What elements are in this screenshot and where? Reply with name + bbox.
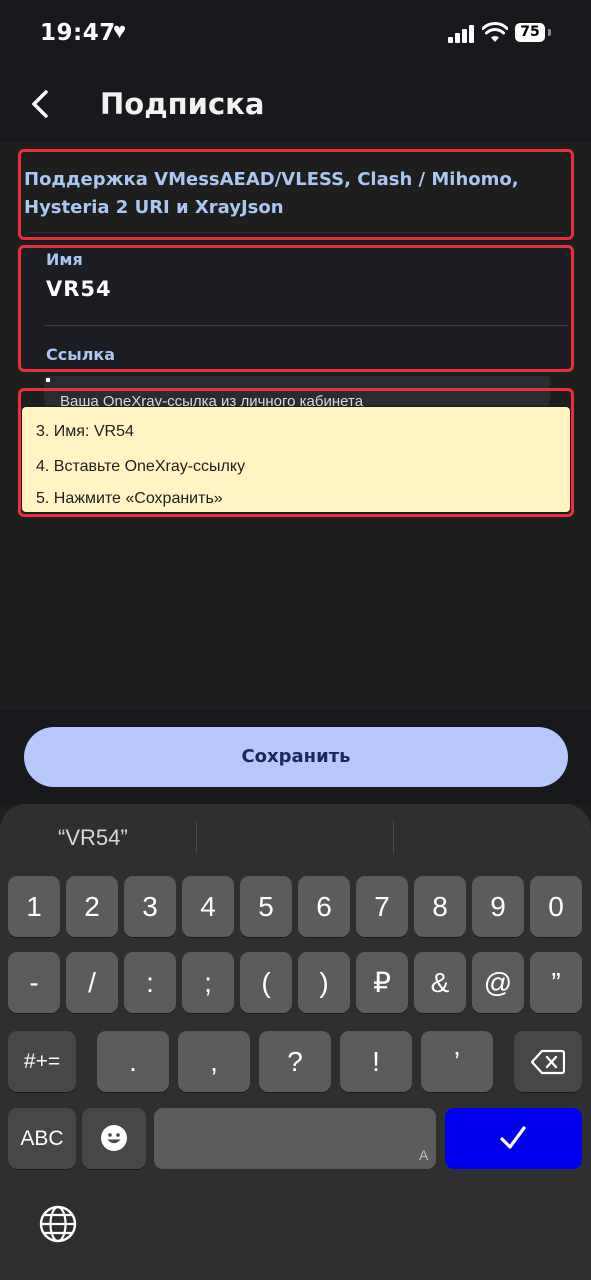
heart-icon: ♥	[113, 18, 127, 43]
key-close-paren[interactable]: )	[298, 952, 350, 1013]
emoji-key[interactable]	[82, 1108, 146, 1169]
key-open-paren[interactable]: (	[240, 952, 292, 1013]
keyboard-suggestion[interactable]: “VR54”	[58, 825, 128, 851]
cellular-signal-icon	[448, 25, 476, 43]
key-2[interactable]: 2	[66, 876, 118, 937]
key-4[interactable]: 4	[182, 876, 234, 937]
status-bar: 19:47 ♥ 75	[0, 0, 591, 70]
highlight-link-field	[18, 388, 574, 517]
highlight-name-field	[18, 245, 574, 372]
key-7[interactable]: 7	[356, 876, 408, 937]
save-button[interactable]: Сохранить	[24, 727, 568, 787]
key-colon[interactable]: :	[124, 952, 176, 1013]
backspace-icon	[530, 1049, 566, 1075]
checkmark-icon	[500, 1126, 526, 1149]
suggestion-separator	[196, 821, 197, 853]
key-comma[interactable]: ,	[178, 1031, 250, 1092]
done-key[interactable]	[445, 1108, 582, 1169]
highlight-support-text	[18, 149, 574, 240]
key-6[interactable]: 6	[298, 876, 350, 937]
nav-bar: Подписка	[0, 70, 591, 142]
battery-tip	[548, 29, 551, 36]
key-at[interactable]: @	[472, 952, 524, 1013]
key-9[interactable]: 9	[472, 876, 524, 937]
status-time: 19:47	[40, 20, 116, 46]
key-5[interactable]: 5	[240, 876, 292, 937]
space-key-hint: A	[419, 1147, 429, 1163]
key-question[interactable]: ?	[259, 1031, 331, 1092]
key-apostrophe[interactable]: ’	[421, 1031, 493, 1092]
key-abc[interactable]: ABC	[8, 1108, 76, 1169]
key-exclamation[interactable]: !	[340, 1031, 412, 1092]
key-slash[interactable]: /	[66, 952, 118, 1013]
key-1[interactable]: 1	[8, 876, 60, 937]
wifi-icon	[482, 22, 508, 42]
key-period[interactable]: .	[97, 1031, 169, 1092]
key-ruble[interactable]: ₽	[356, 952, 408, 1013]
key-symbols-toggle[interactable]: #+=	[8, 1031, 76, 1092]
key-semicolon[interactable]: ;	[182, 952, 234, 1013]
battery-icon: 75	[515, 23, 545, 42]
key-3[interactable]: 3	[124, 876, 176, 937]
text-caret	[46, 378, 50, 382]
back-chevron-icon[interactable]	[26, 84, 56, 124]
globe-icon[interactable]	[38, 1204, 78, 1244]
space-key[interactable]	[154, 1108, 436, 1169]
key-minus[interactable]: -	[8, 952, 60, 1013]
key-0[interactable]: 0	[530, 876, 582, 937]
page-title: Подписка	[100, 87, 265, 121]
key-ampersand[interactable]: &	[414, 952, 466, 1013]
backspace-key[interactable]	[514, 1031, 582, 1092]
suggestion-separator	[393, 821, 394, 853]
emoji-icon	[101, 1125, 127, 1151]
key-8[interactable]: 8	[414, 876, 466, 937]
key-quote[interactable]: ”	[530, 952, 582, 1013]
